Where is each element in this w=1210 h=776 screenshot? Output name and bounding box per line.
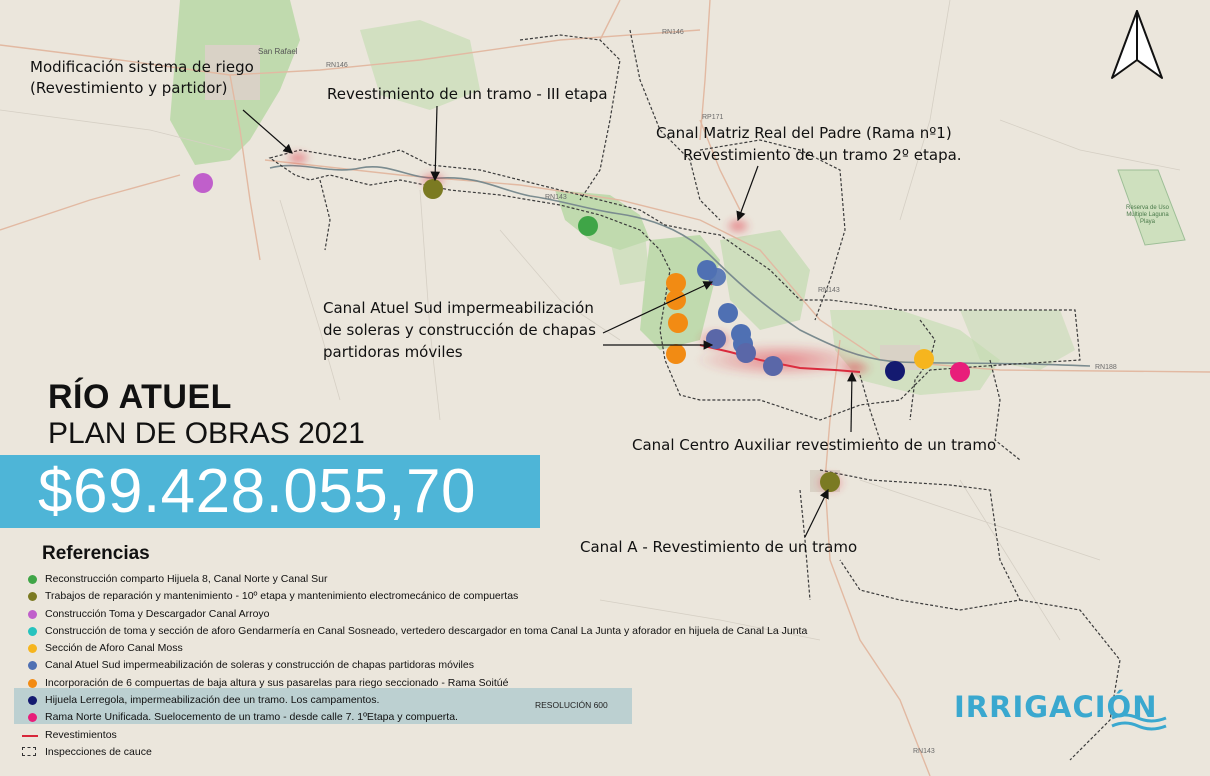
dashed-box-icon: [22, 746, 36, 756]
resolution-label: RESOLUCIÓN 600: [535, 700, 608, 710]
legend-item: Canal Atuel Sud impermeabilización de so…: [28, 657, 807, 674]
legend-item-label: Construcción Toma y Descargador Canal Ar…: [45, 607, 270, 620]
legend-item: Sección de Aforo Canal Moss: [28, 640, 807, 657]
legend-item-label: Canal Atuel Sud impermeabilización de so…: [45, 659, 474, 672]
point-compuerta-4: [666, 344, 686, 364]
label-centro-auxiliar: Canal Centro Auxiliar revestimiento de u…: [632, 436, 997, 454]
legend-dot-icon: [28, 678, 37, 688]
legend-item-label: Construcción de toma y sección de aforo …: [45, 624, 808, 637]
legend-item-inspecciones: Inspecciones de cauce: [22, 744, 807, 761]
legend-item: Incorporación de 6 compuertas de baja al…: [28, 675, 807, 692]
page-title: RÍO ATUEL: [48, 378, 232, 416]
legend-title: Referencias: [42, 543, 150, 564]
legend-item: Rama Norte Unificada. Suelocemento de un…: [28, 709, 807, 726]
label-canal-matriz-line2: Revestimiento de un tramo 2º etapa.: [683, 146, 962, 164]
legend-item: Reconstrucción comparto Hijuela 8, Canal…: [28, 571, 807, 588]
red-line-icon: [22, 734, 38, 737]
point-canal-moss: [914, 349, 934, 369]
legend-dot-icon: [28, 592, 37, 602]
page-subtitle: PLAN DE OBRAS 2021: [48, 417, 365, 450]
legend-item-label: Revestimientos: [45, 728, 117, 741]
road-label-rn146-east: RN146: [662, 29, 684, 36]
wave-logo-icon: [1111, 713, 1167, 731]
point-lerregola: [885, 361, 905, 381]
legend-dot-icon: [28, 696, 37, 706]
city-label-san-rafael: San Rafael: [258, 47, 298, 56]
legend-dot-icon: [28, 713, 37, 723]
north-arrow-icon: [1111, 10, 1163, 79]
point-atuel-sud-3: [718, 303, 738, 323]
label-canal-a: Canal A - Revestimiento de un tramo: [580, 538, 858, 556]
legend: Reconstrucción comparto Hijuela 8, Canal…: [22, 571, 807, 761]
point-compuerta-3: [668, 313, 688, 333]
legend-item: Hijuela Lerregola, impermeabilización de…: [28, 692, 807, 709]
point-canal-arroyo: [193, 173, 213, 193]
total-amount: $69.428.055,70: [38, 457, 476, 526]
legend-dot-icon: [28, 626, 37, 636]
road-label-rp171: RP171: [702, 114, 724, 121]
label-atuel-sud-line1: Canal Atuel Sud impermeabilización: [323, 299, 594, 317]
label-atuel-sud-line3: partidoras móviles: [323, 343, 463, 361]
legend-item: Construcción Toma y Descargador Canal Ar…: [28, 606, 807, 623]
road-label-rn143: RN143: [545, 194, 567, 201]
label-canal-matriz-line1: Canal Matriz Real del Padre (Rama nº1): [656, 124, 952, 142]
road-label-rn188: RN188: [1095, 364, 1117, 371]
legend-item: Construcción de toma y sección de aforo …: [28, 623, 807, 640]
point-atuel-sud-8: [763, 356, 783, 376]
point-compuerta-2: [666, 290, 686, 310]
point-atuel-sud-7: [736, 343, 756, 363]
legend-item-label: Rama Norte Unificada. Suelocemento de un…: [45, 711, 458, 724]
label-modificacion-line2: (Revestimiento y partidor): [30, 79, 228, 97]
legend-item-label: Hijuela Lerregola, impermeabilización de…: [45, 694, 380, 707]
label-modificacion-line1: Modificación sistema de riego: [30, 58, 254, 76]
point-trabajos-2: [820, 472, 840, 492]
road-label-rn143-south: RN143: [913, 748, 935, 755]
legend-item-label: Inspecciones de cauce: [45, 745, 152, 758]
point-trabajos-1: [423, 179, 443, 199]
label-atuel-sud-line2: de soleras y construcción de chapas: [323, 321, 596, 339]
point-hijuela-8: [578, 216, 598, 236]
label-revestimiento-iii: Revestimiento de un tramo - III etapa: [327, 85, 608, 103]
legend-item-revestimientos: Revestimientos: [22, 727, 807, 744]
legend-dot-icon: [28, 644, 37, 654]
legend-dot-icon: [28, 661, 37, 671]
legend-dot-icon: [28, 575, 37, 584]
point-atuel-sud-4: [706, 329, 726, 349]
reserve-label: Reserva de Uso Múltiple Laguna Playa: [1125, 205, 1170, 225]
map-infographic: San Rafael RN146 RN146 RN143 RN143 RN188…: [0, 0, 1210, 776]
point-rama-norte: [950, 362, 970, 382]
point-atuel-sud-2: [708, 268, 726, 286]
legend-item-label: Reconstrucción comparto Hijuela 8, Canal…: [45, 573, 328, 585]
legend-item-label: Sección de Aforo Canal Moss: [45, 642, 183, 655]
legend-item-label: Incorporación de 6 compuertas de baja al…: [45, 676, 509, 689]
road-label-rn146: RN146: [326, 62, 348, 69]
road-label-rn143-b: RN143: [818, 287, 840, 294]
legend-dot-icon: [28, 609, 37, 619]
legend-item-label: Trabajos de reparación y mantenimiento -…: [45, 590, 519, 603]
legend-item: Trabajos de reparación y mantenimiento -…: [28, 588, 807, 605]
